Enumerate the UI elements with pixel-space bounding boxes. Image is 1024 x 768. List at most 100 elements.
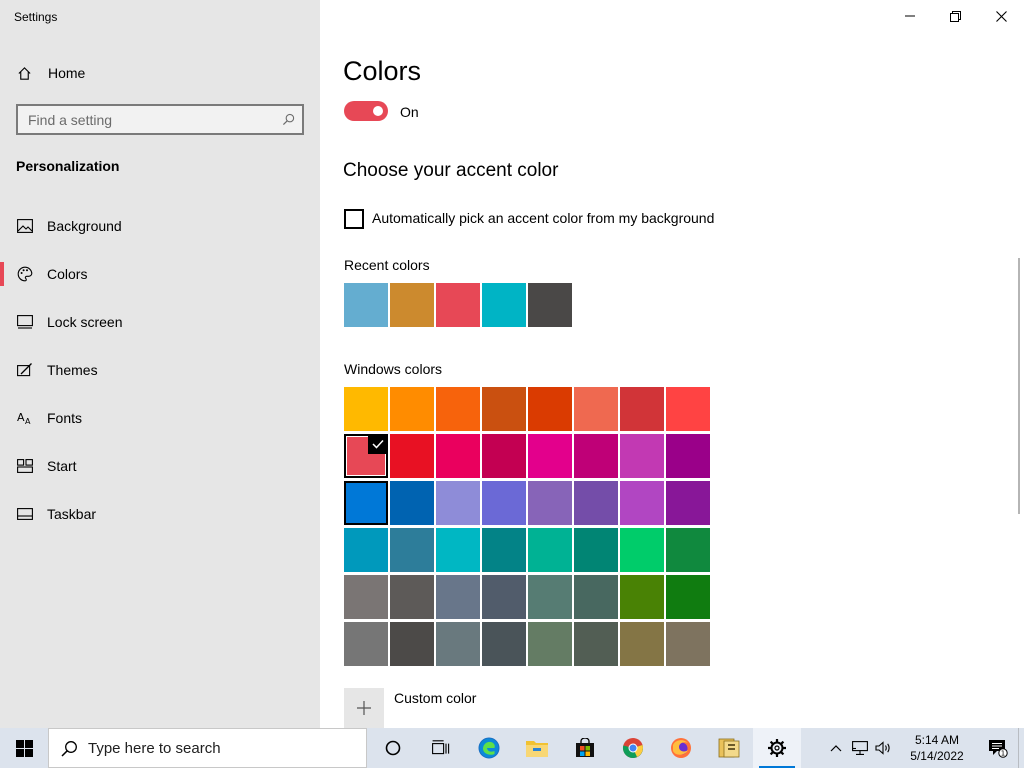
custom-color-button[interactable] — [344, 688, 384, 728]
color-swatch[interactable] — [390, 528, 434, 572]
sidebar: Settings Home Find a setting Personaliza… — [0, 0, 320, 728]
svg-text:A: A — [25, 417, 31, 425]
file-explorer-button[interactable] — [513, 728, 561, 768]
color-swatch[interactable] — [528, 481, 572, 525]
color-swatch[interactable] — [620, 622, 664, 666]
close-button[interactable] — [978, 0, 1024, 32]
color-swatch[interactable] — [390, 622, 434, 666]
color-swatch[interactable] — [344, 528, 388, 572]
color-swatch[interactable] — [574, 528, 618, 572]
sidebar-item-fonts[interactable]: AA Fonts — [0, 394, 320, 442]
sidebar-item-colors[interactable]: Colors — [0, 250, 320, 298]
fonts-icon: AA — [17, 410, 33, 426]
settings-taskbar-button[interactable] — [753, 728, 801, 768]
recent-color-swatch[interactable] — [390, 283, 434, 327]
color-swatch[interactable] — [436, 622, 480, 666]
color-swatch[interactable] — [482, 481, 526, 525]
color-swatch[interactable] — [620, 387, 664, 431]
task-view-button[interactable] — [417, 728, 465, 768]
recent-color-swatch[interactable] — [344, 283, 388, 327]
color-swatch[interactable] — [482, 575, 526, 619]
color-swatch[interactable] — [666, 387, 710, 431]
toggle-knob — [373, 106, 383, 116]
color-swatch[interactable] — [390, 575, 434, 619]
archive-button[interactable] — [705, 728, 753, 768]
nav-home[interactable]: Home — [0, 58, 320, 88]
color-swatch[interactable] — [390, 434, 434, 478]
color-swatch[interactable] — [436, 387, 480, 431]
color-swatch[interactable] — [528, 622, 572, 666]
minimize-button[interactable] — [887, 0, 933, 32]
restore-button[interactable] — [932, 0, 978, 32]
color-swatch[interactable] — [620, 434, 664, 478]
edge-button[interactable] — [465, 728, 513, 768]
sidebar-item-start[interactable]: Start — [0, 442, 320, 490]
sidebar-item-lock-screen[interactable]: Lock screen — [0, 298, 320, 346]
color-swatch[interactable] — [344, 575, 388, 619]
color-swatch[interactable] — [482, 528, 526, 572]
store-button[interactable] — [561, 728, 609, 768]
show-desktop-button[interactable] — [1018, 728, 1024, 768]
color-swatch[interactable] — [528, 528, 572, 572]
sidebar-item-taskbar[interactable]: Taskbar — [0, 490, 320, 538]
network-button[interactable] — [848, 728, 872, 768]
color-swatch[interactable] — [436, 481, 480, 525]
color-swatch[interactable] — [436, 528, 480, 572]
color-swatch[interactable] — [390, 481, 434, 525]
action-center-button[interactable]: 1 — [978, 728, 1018, 768]
recent-color-swatch[interactable] — [528, 283, 572, 327]
color-swatch[interactable] — [574, 387, 618, 431]
color-swatch[interactable] — [482, 622, 526, 666]
checkmark-icon — [368, 434, 388, 454]
scrollbar[interactable] — [1018, 258, 1020, 514]
accent-color-heading: Choose your accent color — [343, 160, 559, 181]
color-swatch[interactable] — [666, 622, 710, 666]
chrome-button[interactable] — [609, 728, 657, 768]
lock-screen-icon — [17, 314, 33, 330]
color-swatch[interactable] — [344, 622, 388, 666]
color-swatch[interactable] — [482, 434, 526, 478]
recent-color-swatch[interactable] — [482, 283, 526, 327]
sidebar-item-background[interactable]: Background — [0, 202, 320, 250]
task-view-icon — [432, 740, 450, 755]
color-swatch[interactable] — [666, 528, 710, 572]
color-swatch[interactable] — [574, 434, 618, 478]
color-swatch[interactable] — [620, 481, 664, 525]
color-swatch[interactable] — [436, 575, 480, 619]
color-swatch-selected[interactable] — [344, 434, 388, 478]
color-swatch[interactable] — [528, 575, 572, 619]
color-swatch[interactable] — [390, 387, 434, 431]
cortana-button[interactable] — [369, 728, 417, 768]
auto-pick-label: Automatically pick an accent color from … — [372, 210, 715, 226]
color-swatch[interactable] — [574, 622, 618, 666]
nav-home-label: Home — [48, 65, 86, 81]
find-setting-input[interactable]: Find a setting — [16, 104, 304, 135]
taskbar-search-box[interactable]: Type here to search — [48, 728, 367, 768]
clock[interactable]: 5:14 AM 5/14/2022 — [902, 732, 972, 764]
recent-color-swatch[interactable] — [436, 283, 480, 327]
find-setting-placeholder: Find a setting — [28, 111, 113, 128]
color-swatch[interactable] — [620, 528, 664, 572]
color-swatch[interactable] — [620, 575, 664, 619]
color-swatch[interactable] — [344, 387, 388, 431]
auto-pick-checkbox[interactable] — [344, 209, 364, 229]
network-icon — [852, 741, 868, 755]
color-swatch[interactable] — [528, 434, 572, 478]
start-button[interactable] — [0, 728, 48, 768]
color-swatch[interactable] — [666, 434, 710, 478]
colors-toggle[interactable] — [344, 101, 388, 121]
show-hidden-icons-button[interactable] — [824, 728, 848, 768]
sidebar-item-themes[interactable]: Themes — [0, 346, 320, 394]
volume-button[interactable] — [872, 728, 896, 768]
color-swatch[interactable] — [344, 481, 388, 525]
color-swatch[interactable] — [482, 387, 526, 431]
color-swatch[interactable] — [574, 481, 618, 525]
start-icon — [17, 458, 33, 474]
firefox-button[interactable] — [657, 728, 705, 768]
color-swatch[interactable] — [666, 575, 710, 619]
color-swatch[interactable] — [528, 387, 572, 431]
color-swatch[interactable] — [666, 481, 710, 525]
sidebar-item-label: Taskbar — [47, 506, 97, 522]
color-swatch[interactable] — [436, 434, 480, 478]
color-swatch[interactable] — [574, 575, 618, 619]
